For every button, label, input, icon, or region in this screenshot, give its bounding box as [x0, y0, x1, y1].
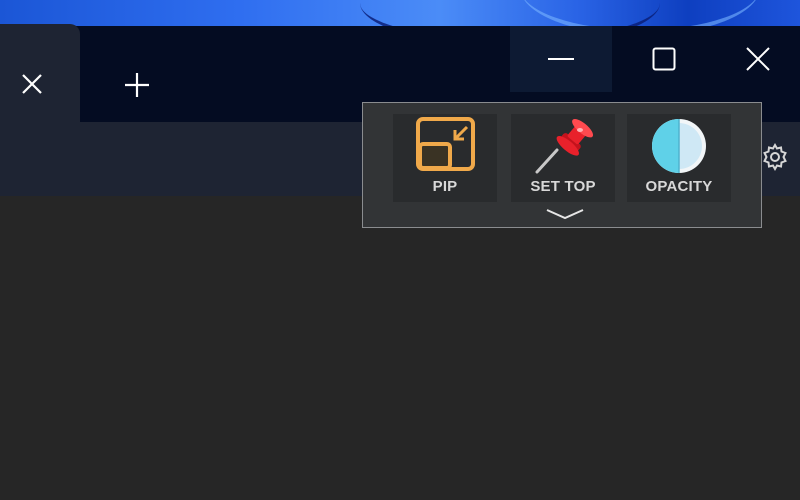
pip-icon — [416, 117, 475, 171]
expand-button[interactable] — [545, 207, 585, 221]
new-tab-button[interactable] — [122, 70, 152, 100]
window-close-button[interactable] — [716, 26, 800, 92]
desktop-wallpaper — [0, 0, 800, 46]
pip-label: PIP — [432, 178, 458, 195]
set-top-button[interactable]: SET TOP — [511, 114, 615, 202]
window-tools-popup: PIP SET TOP OPACITY — [362, 102, 762, 228]
maximize-icon — [652, 47, 676, 71]
pip-button[interactable]: PIP — [393, 114, 497, 202]
close-icon — [746, 47, 770, 71]
icon-container — [627, 114, 731, 178]
settings-button[interactable] — [758, 140, 792, 174]
pushpin-icon — [535, 119, 594, 174]
maximize-button[interactable] — [612, 26, 716, 92]
page-content-area — [0, 196, 800, 500]
opacity-button[interactable]: OPACITY — [627, 114, 731, 202]
tab-close-button[interactable] — [18, 70, 46, 98]
opacity-label: OPACITY — [645, 178, 713, 195]
chevron-down-icon — [546, 209, 584, 220]
close-icon — [22, 74, 42, 94]
app-screen: PIP SET TOP OPACITY — [0, 0, 800, 500]
half-circle-icon — [652, 119, 706, 173]
plus-icon — [125, 73, 149, 97]
icon-container — [511, 114, 615, 178]
minimize-icon — [548, 58, 574, 60]
gear-icon — [763, 142, 787, 172]
minimize-button[interactable] — [510, 26, 612, 92]
set-top-label: SET TOP — [530, 178, 596, 195]
icon-container — [393, 114, 497, 178]
